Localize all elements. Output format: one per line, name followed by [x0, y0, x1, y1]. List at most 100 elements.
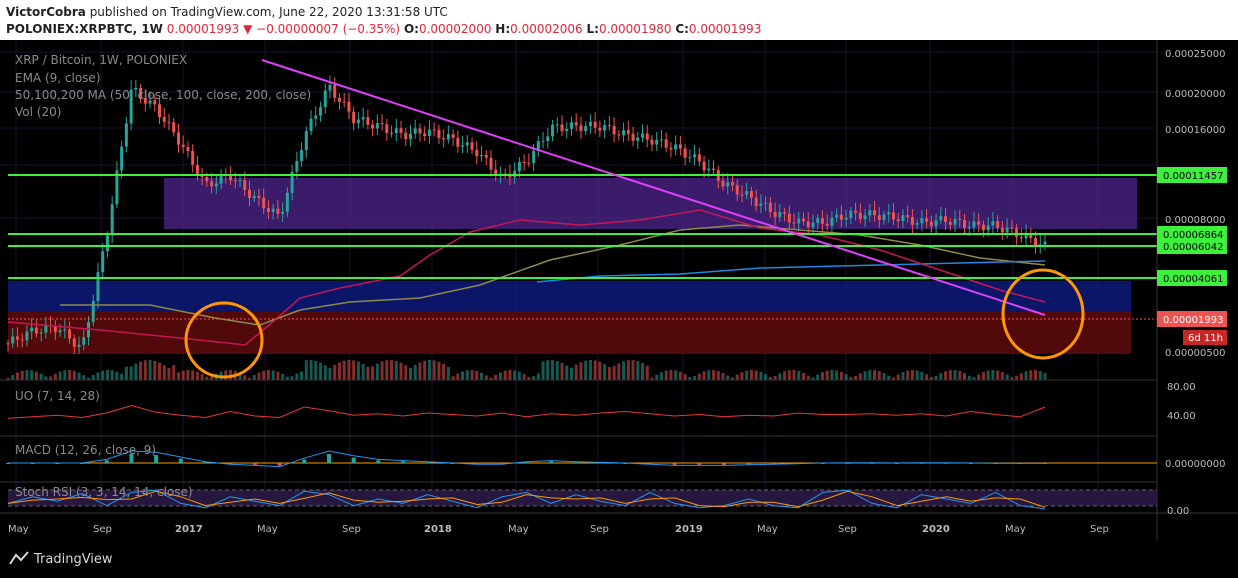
price-tick-label: 0.00020000	[1165, 89, 1225, 100]
volume-bar	[674, 370, 678, 380]
candle-body	[816, 218, 820, 223]
volume-bar	[333, 364, 337, 380]
candle-body	[309, 118, 313, 132]
candle-body	[238, 180, 242, 182]
candle-body	[214, 183, 218, 187]
candle-body	[745, 191, 749, 195]
candle-body	[617, 134, 621, 136]
volume-bar	[659, 372, 663, 380]
candle-body	[551, 124, 555, 137]
candle-body	[754, 197, 758, 206]
candle-body	[233, 180, 237, 182]
time-tick-label: 2017	[175, 524, 203, 535]
macd-bar	[104, 460, 109, 463]
candle-body	[437, 129, 441, 139]
volume-bar	[347, 360, 351, 380]
volume-bar	[915, 370, 919, 380]
candle-body	[72, 338, 76, 347]
candle-body	[229, 175, 233, 181]
candle-body	[304, 131, 308, 151]
volume-bar	[451, 376, 455, 380]
time-tick-label: 2020	[922, 524, 950, 535]
chart-grid	[0, 40, 1157, 513]
candle-body	[219, 175, 223, 184]
candle-body	[584, 125, 588, 131]
candle-body	[53, 326, 57, 333]
volume-bar	[124, 366, 128, 380]
volume-bar	[641, 362, 645, 380]
candle-body	[20, 339, 24, 341]
candle-body	[645, 133, 649, 140]
volume-bar	[816, 374, 820, 380]
candle-body	[205, 176, 209, 182]
candle-body	[1005, 227, 1009, 233]
volume-bar	[555, 361, 559, 380]
volume-bar	[981, 372, 985, 380]
candle-body	[96, 272, 100, 301]
candle-body	[901, 215, 905, 222]
volume-bar	[105, 370, 109, 380]
down-arrow-icon: ▼	[243, 22, 253, 36]
volume-bar	[977, 374, 981, 380]
candle-body	[555, 124, 559, 126]
candle-body	[963, 219, 967, 228]
candle-body	[697, 154, 701, 162]
volume-bar	[825, 370, 829, 380]
price-tick-label: 0.00000500	[1165, 348, 1225, 359]
candle-body	[176, 132, 180, 145]
macd-bar	[697, 463, 702, 465]
level-tag-label: 0.00011457	[1163, 171, 1223, 182]
volume-bar	[802, 373, 806, 380]
candle-body	[210, 181, 214, 187]
volume-bar	[58, 371, 62, 380]
candle-body	[323, 90, 327, 108]
candle-body	[764, 202, 768, 204]
time-tick-label: Sep	[1090, 524, 1109, 535]
candle-body	[484, 155, 488, 158]
volume-bar	[797, 371, 801, 380]
candle-body	[1000, 227, 1004, 233]
time-axis[interactable]: May Sep 2017 May Sep 2018 May Sep 2019 May Sep 2020…	[8, 524, 1109, 535]
macd-bar	[178, 458, 183, 463]
candle-body	[802, 218, 806, 222]
volume-bar	[25, 370, 29, 380]
volume-bar	[314, 360, 318, 380]
volume-bar	[309, 360, 313, 380]
volume-bar	[413, 364, 417, 380]
volume-bar	[1024, 371, 1028, 380]
volume-bar	[693, 376, 697, 380]
macd-legend: MACD (12, 26, close, 9)	[15, 443, 157, 457]
volume-bar	[361, 363, 365, 380]
candle-body	[839, 214, 843, 220]
volume-bar	[276, 371, 280, 380]
macd-bar	[722, 463, 727, 465]
blue-support-zone	[8, 281, 1131, 312]
stoch-legend: Stoch RSI (3, 3, 14, 14, close)	[15, 485, 193, 499]
volume-bar	[574, 364, 578, 380]
uo-legend: UO (7, 14, 28)	[15, 389, 100, 403]
candle-body	[1043, 241, 1047, 245]
candle-body	[404, 132, 408, 140]
volume-bar	[176, 372, 180, 380]
footer: TradingView	[0, 540, 1238, 578]
candle-body	[891, 212, 895, 220]
author-name[interactable]: VictorCobra	[6, 5, 86, 19]
chart-title: XRP / Bitcoin, 1W, POLONIEX	[15, 53, 188, 67]
candle-body	[390, 132, 394, 134]
candle-body	[243, 180, 247, 190]
candle-body	[82, 337, 86, 345]
candle-body	[650, 139, 654, 145]
volume-bar	[352, 360, 356, 380]
volume-bar	[873, 370, 877, 380]
price-chart[interactable]: 0.000250000.000200000.000160000.00012800…	[0, 40, 1238, 540]
candle-body	[783, 212, 787, 214]
volume-bar	[167, 367, 171, 380]
macd-histogram	[6, 454, 1047, 466]
candle-body	[394, 128, 398, 134]
volume-bar	[958, 371, 962, 380]
volume-bar	[877, 371, 881, 380]
volume-bar	[371, 366, 375, 380]
volume-bar	[669, 370, 673, 380]
candle-body	[735, 185, 739, 195]
level-tag-label: 0.00004061	[1163, 274, 1223, 285]
